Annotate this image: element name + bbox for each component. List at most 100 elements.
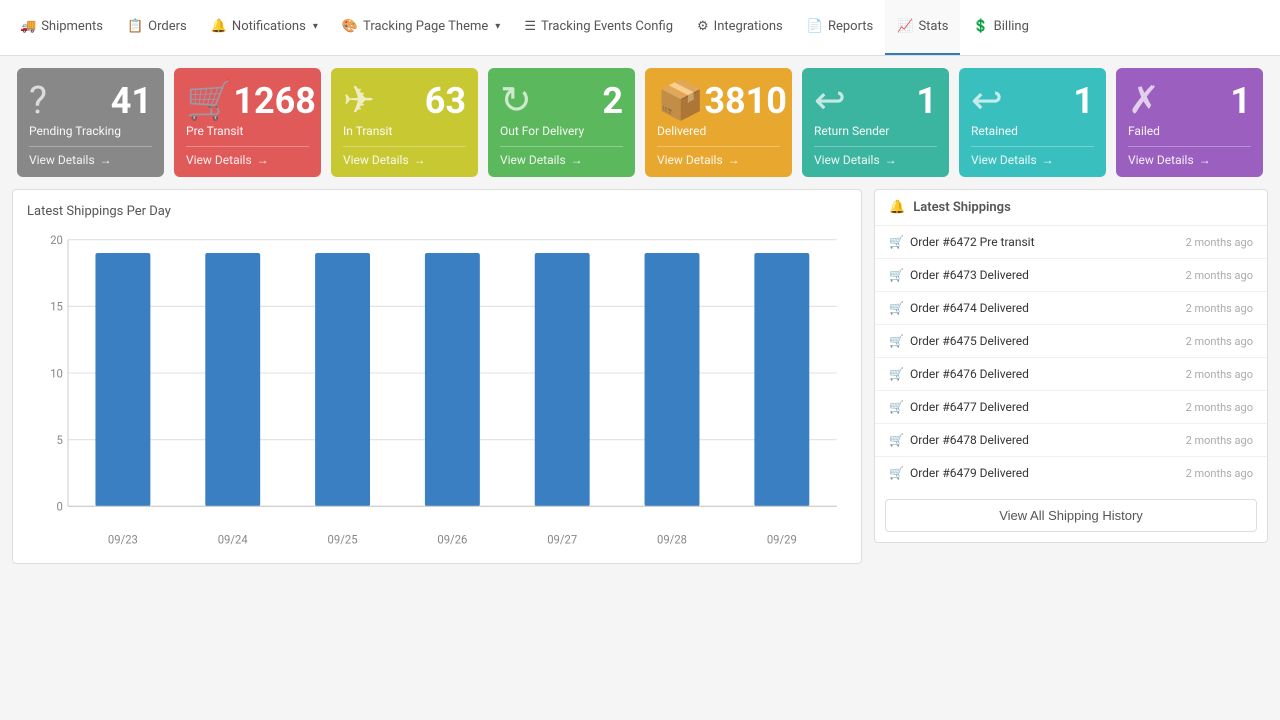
shippings-header: 🔔 Latest Shippings xyxy=(875,190,1267,226)
card-top: ↩ 1 xyxy=(814,82,937,120)
card-icon: ? xyxy=(29,82,47,120)
card-icon: ↩ xyxy=(814,82,846,120)
cart-icon: 🛒 xyxy=(889,400,904,414)
shipping-row: 🛒 Order #6476 Delivered 2 months ago xyxy=(875,358,1267,391)
svg-text:10: 10 xyxy=(50,366,63,380)
card-link[interactable]: View Details → xyxy=(29,146,152,167)
shipping-time: 2 months ago xyxy=(1186,401,1253,414)
order-label: Order #6477 Delivered xyxy=(910,400,1029,414)
reports-icon: 📄 xyxy=(807,19,823,34)
shipping-order: 🛒 Order #6473 Delivered xyxy=(889,268,1029,282)
svg-text:09/23: 09/23 xyxy=(108,532,138,546)
shipping-order: 🛒 Order #6472 Pre transit xyxy=(889,235,1035,249)
svg-text:09/26: 09/26 xyxy=(437,532,467,546)
shipping-time: 2 months ago xyxy=(1186,302,1253,315)
shipping-row: 🛒 Order #6475 Delivered 2 months ago xyxy=(875,325,1267,358)
card-link[interactable]: View Details → xyxy=(657,146,780,167)
shipping-time: 2 months ago xyxy=(1186,335,1253,348)
shipping-row: 🛒 Order #6473 Delivered 2 months ago xyxy=(875,259,1267,292)
order-label: Order #6476 Delivered xyxy=(910,367,1029,381)
svg-text:09/25: 09/25 xyxy=(328,532,359,546)
card-link[interactable]: View Details → xyxy=(814,146,937,167)
card-icon: ✗ xyxy=(1128,82,1160,120)
view-all-shipping-button[interactable]: View All Shipping History xyxy=(885,499,1257,532)
card-link[interactable]: View Details → xyxy=(186,146,309,167)
nav-orders[interactable]: 📋 Orders xyxy=(115,0,199,56)
nav-shipments[interactable]: 🚚 Shipments xyxy=(8,0,115,56)
nav-shipments-label: Shipments xyxy=(41,19,103,34)
card-link-icon: → xyxy=(728,153,740,167)
card-label: Pending Tracking xyxy=(29,124,152,138)
nav-integrations[interactable]: ⚙ Integrations xyxy=(685,0,795,56)
svg-text:09/27: 09/27 xyxy=(547,532,577,546)
stat-card-pending: ? 41 Pending Tracking View Details → xyxy=(17,68,164,177)
stat-card-in-transit: ✈ 63 In Transit View Details → xyxy=(331,68,478,177)
card-icon: 🛒 xyxy=(186,82,233,120)
integrations-icon: ⚙ xyxy=(697,19,709,34)
svg-text:15: 15 xyxy=(50,299,63,313)
shipping-row: 🛒 Order #6477 Delivered 2 months ago xyxy=(875,391,1267,424)
nav-stats[interactable]: 📈 Stats xyxy=(885,0,960,56)
card-label: In Transit xyxy=(343,124,466,138)
shippings-panel: 🔔 Latest Shippings 🛒 Order #6472 Pre tra… xyxy=(874,189,1268,543)
nav-notifications[interactable]: 🔔 Notifications ▾ xyxy=(199,0,330,56)
card-link[interactable]: View Details → xyxy=(971,146,1094,167)
card-link-icon: → xyxy=(1042,153,1054,167)
card-link-icon: → xyxy=(257,153,269,167)
card-top: ✗ 1 xyxy=(1128,82,1251,120)
card-top: ↩ 1 xyxy=(971,82,1094,120)
card-icon: ↩ xyxy=(971,82,1003,120)
svg-text:5: 5 xyxy=(57,433,64,447)
shipping-order: 🛒 Order #6476 Delivered xyxy=(889,367,1029,381)
stat-card-pre-transit: 🛒 1268 Pre Transit View Details → xyxy=(174,68,321,177)
card-link-icon: → xyxy=(100,153,112,167)
card-link[interactable]: View Details → xyxy=(1128,146,1251,167)
cart-icon: 🛒 xyxy=(889,466,904,480)
order-label: Order #6479 Delivered xyxy=(910,466,1029,480)
nav-integrations-label: Integrations xyxy=(714,19,783,34)
nav-orders-label: Orders xyxy=(148,19,187,34)
order-label: Order #6472 Pre transit xyxy=(910,235,1035,249)
shipping-row: 🛒 Order #6474 Delivered 2 months ago xyxy=(875,292,1267,325)
tracking-theme-icon: 🎨 xyxy=(342,19,358,34)
card-link-icon: → xyxy=(885,153,897,167)
nav-tracking-events-config[interactable]: ☰ Tracking Events Config xyxy=(512,0,685,56)
card-number: 1268 xyxy=(233,83,316,119)
svg-text:0: 0 xyxy=(57,499,63,513)
nav-notifications-label: Notifications xyxy=(232,19,306,34)
stat-card-out-for-delivery: ↻ 2 Out For Delivery View Details → xyxy=(488,68,635,177)
card-icon: ↻ xyxy=(500,82,532,120)
svg-text:09/29: 09/29 xyxy=(767,532,797,546)
shipping-order: 🛒 Order #6474 Delivered xyxy=(889,301,1029,315)
tracking-events-icon: ☰ xyxy=(524,19,536,34)
svg-text:09/28: 09/28 xyxy=(657,532,687,546)
card-link[interactable]: View Details → xyxy=(343,146,466,167)
card-number: 3810 xyxy=(704,83,787,119)
cart-icon: 🛒 xyxy=(889,433,904,447)
svg-text:20: 20 xyxy=(50,233,63,247)
cart-icon: 🛒 xyxy=(889,367,904,381)
card-link[interactable]: View Details → xyxy=(500,146,623,167)
card-label: Retained xyxy=(971,124,1094,138)
card-top: 📦 3810 xyxy=(657,82,780,120)
stat-card-delivered: 📦 3810 Delivered View Details → xyxy=(645,68,792,177)
shipments-icon: 🚚 xyxy=(20,19,36,34)
card-label: Failed xyxy=(1128,124,1251,138)
shipping-row: 🛒 Order #6478 Delivered 2 months ago xyxy=(875,424,1267,457)
shipping-time: 2 months ago xyxy=(1186,434,1253,447)
stats-icon: 📈 xyxy=(897,19,913,34)
chart-area: 0510152009/2309/2409/2509/2609/2709/2809… xyxy=(27,229,847,549)
stat-card-retained: ↩ 1 Retained View Details → xyxy=(959,68,1106,177)
order-label: Order #6478 Delivered xyxy=(910,433,1029,447)
cart-icon: 🛒 xyxy=(889,235,904,249)
navbar: 🚚 Shipments 📋 Orders 🔔 Notifications ▾ 🎨… xyxy=(0,0,1280,56)
orders-icon: 📋 xyxy=(127,19,143,34)
shipping-row: 🛒 Order #6479 Delivered 2 months ago xyxy=(875,457,1267,489)
cart-icon: 🛒 xyxy=(889,334,904,348)
card-top: ↻ 2 xyxy=(500,82,623,120)
nav-tracking-page-theme[interactable]: 🎨 Tracking Page Theme ▾ xyxy=(330,0,512,56)
nav-billing[interactable]: 💲 Billing xyxy=(960,0,1040,56)
nav-reports[interactable]: 📄 Reports xyxy=(795,0,886,56)
card-number: 63 xyxy=(425,83,466,119)
nav-tracking-theme-label: Tracking Page Theme xyxy=(363,19,488,34)
